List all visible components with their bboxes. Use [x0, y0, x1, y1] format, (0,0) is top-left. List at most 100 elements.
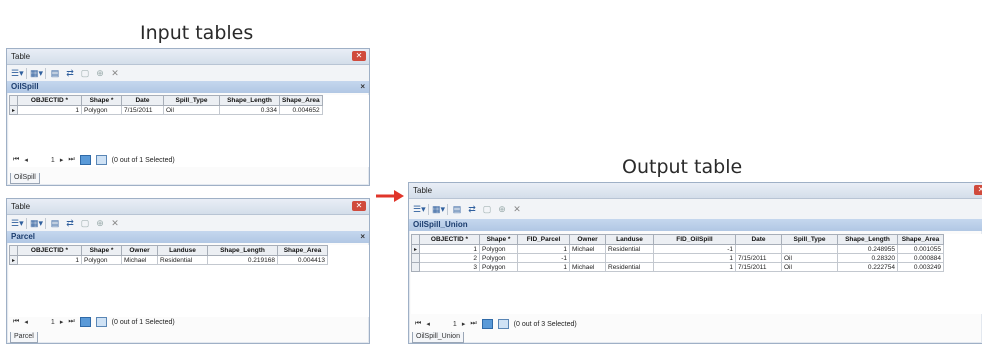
column-header[interactable]: Landuse [157, 245, 208, 256]
last-record-icon[interactable]: ⏭ [68, 318, 74, 326]
table-cell[interactable]: Polygon [479, 244, 518, 254]
table-cell[interactable]: 0.248955 [837, 244, 898, 254]
delete-selected-icon[interactable]: ✕ [511, 204, 523, 214]
switch-selection-icon[interactable]: ⇄ [64, 218, 76, 228]
table-cell[interactable]: 1 [653, 253, 736, 263]
current-record[interactable]: 1 [33, 319, 55, 326]
show-all-records-icon[interactable] [481, 319, 493, 329]
table-row[interactable]: ▸ 1 Polygon Michael Residential 0.219168… [9, 255, 328, 265]
close-layer-icon[interactable]: × [360, 231, 365, 243]
column-header[interactable]: Shape_Area [897, 234, 944, 245]
column-header[interactable]: Shape * [81, 245, 122, 256]
current-record[interactable]: 1 [435, 321, 457, 328]
table-row[interactable]: 3 Polygon 1 Michael Residential 1 7/15/2… [411, 262, 944, 272]
table-cell[interactable] [569, 253, 606, 263]
table-cell[interactable]: 0.001055 [897, 244, 944, 254]
column-header[interactable]: Owner [569, 234, 606, 245]
table-cell[interactable] [735, 244, 782, 254]
close-layer-icon[interactable]: × [360, 81, 365, 93]
table-cell[interactable]: Residential [605, 262, 654, 272]
table-cell[interactable]: Residential [605, 244, 654, 254]
table-cell[interactable]: 1 [517, 244, 570, 254]
column-header[interactable]: Shape_Area [279, 95, 323, 106]
table-cell[interactable]: 0.000884 [897, 253, 944, 263]
switch-selection-icon[interactable]: ⇄ [466, 204, 478, 214]
table-tab[interactable]: OilSpill_Union [412, 332, 464, 343]
current-record[interactable]: 1 [33, 157, 55, 164]
table-cell[interactable]: Polygon [81, 255, 122, 265]
table-cell[interactable]: Michael [121, 255, 158, 265]
first-record-icon[interactable]: ⏮ [415, 320, 421, 328]
prev-record-icon[interactable]: ◂ [24, 318, 28, 326]
zoom-to-selected-icon[interactable]: ⊕ [496, 204, 508, 214]
table-cell[interactable]: 1 [17, 255, 82, 265]
table-row[interactable]: ▸ 1 Polygon 7/15/2011 Oil 0.334 0.004652 [9, 105, 323, 115]
close-icon[interactable]: ✕ [974, 185, 982, 195]
table-cell[interactable]: 0.222754 [837, 262, 898, 272]
show-selected-records-icon[interactable] [497, 319, 509, 329]
switch-selection-icon[interactable]: ⇄ [64, 68, 76, 78]
table-cell[interactable]: 7/15/2011 [121, 105, 164, 115]
table-cell[interactable]: 2 [419, 253, 480, 263]
row-selector-header[interactable] [9, 95, 18, 106]
table-cell[interactable]: Michael [569, 262, 606, 272]
select-by-attributes-icon[interactable]: ▤ [49, 218, 61, 228]
column-header[interactable]: Date [121, 95, 164, 106]
select-by-attributes-icon[interactable]: ▤ [49, 68, 61, 78]
row-selector-header[interactable] [411, 234, 420, 245]
column-header[interactable]: Spill_Type [163, 95, 220, 106]
table-cell[interactable]: 0.219168 [207, 255, 278, 265]
table-cell[interactable]: Oil [781, 262, 838, 272]
table-cell[interactable]: Polygon [479, 262, 518, 272]
select-by-attributes-icon[interactable]: ▤ [451, 204, 463, 214]
row-selector-header[interactable] [9, 245, 18, 256]
table-row[interactable]: 2 Polygon -1 1 7/15/2011 Oil 0.28320 0.0… [411, 253, 944, 263]
column-header[interactable]: Date [735, 234, 782, 245]
column-header[interactable]: FID_Parcel [517, 234, 570, 245]
show-selected-records-icon[interactable] [95, 155, 107, 165]
delete-selected-icon[interactable]: ✕ [109, 218, 121, 228]
row-selector[interactable] [411, 253, 420, 263]
table-cell[interactable] [605, 253, 654, 263]
column-header[interactable]: Shape_Length [207, 245, 278, 256]
row-selector[interactable]: ▸ [9, 255, 18, 265]
show-all-records-icon[interactable] [79, 155, 91, 165]
table-cell[interactable]: 0.004652 [279, 105, 323, 115]
table-cell[interactable]: Oil [781, 253, 838, 263]
table-cell[interactable]: -1 [517, 253, 570, 263]
row-selector[interactable] [411, 262, 420, 272]
column-header[interactable]: Shape * [479, 234, 518, 245]
related-tables-icon[interactable]: ▦▾ [432, 204, 445, 214]
column-header[interactable]: Shape_Length [837, 234, 898, 245]
table-cell[interactable]: 0.003249 [897, 262, 944, 272]
next-record-icon[interactable]: ▸ [60, 156, 64, 164]
table-cell[interactable]: -1 [653, 244, 736, 254]
table-cell[interactable]: 7/15/2011 [735, 253, 782, 263]
table-cell[interactable]: 0.334 [219, 105, 280, 115]
zoom-to-selected-icon[interactable]: ⊕ [94, 68, 106, 78]
clear-selection-icon[interactable]: ▢ [79, 218, 91, 228]
next-record-icon[interactable]: ▸ [462, 320, 466, 328]
close-icon[interactable]: ✕ [352, 201, 366, 211]
table-cell[interactable]: 1 [17, 105, 82, 115]
column-header[interactable]: Owner [121, 245, 158, 256]
first-record-icon[interactable]: ⏮ [13, 318, 19, 326]
column-header[interactable]: Shape * [81, 95, 122, 106]
table-options-icon[interactable]: ☰▾ [11, 68, 24, 78]
close-icon[interactable]: ✕ [352, 51, 366, 61]
table-cell[interactable] [781, 244, 838, 254]
delete-selected-icon[interactable]: ✕ [109, 68, 121, 78]
clear-selection-icon[interactable]: ▢ [481, 204, 493, 214]
table-cell[interactable]: Polygon [479, 253, 518, 263]
table-cell[interactable]: 1 [653, 262, 736, 272]
table-cell[interactable]: Residential [157, 255, 208, 265]
show-selected-records-icon[interactable] [95, 317, 107, 327]
table-tab[interactable]: Parcel [10, 332, 38, 343]
table-cell[interactable]: Oil [163, 105, 220, 115]
last-record-icon[interactable]: ⏭ [470, 320, 476, 328]
row-selector[interactable]: ▸ [411, 244, 420, 254]
prev-record-icon[interactable]: ◂ [24, 156, 28, 164]
row-selector[interactable]: ▸ [9, 105, 18, 115]
last-record-icon[interactable]: ⏭ [68, 156, 74, 164]
table-row[interactable]: ▸ 1 Polygon 1 Michael Residential -1 0.2… [411, 244, 944, 254]
